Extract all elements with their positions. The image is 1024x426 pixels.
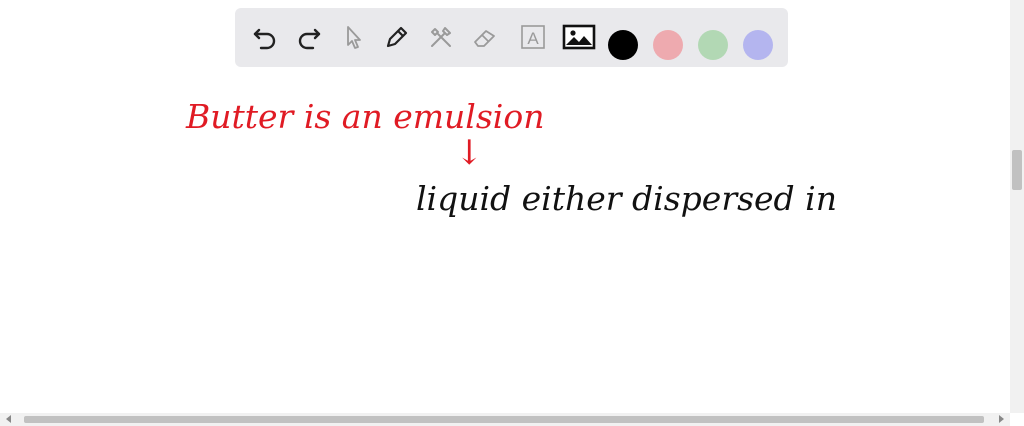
text-tool-button[interactable]: A bbox=[515, 19, 551, 55]
undo-icon bbox=[253, 28, 276, 50]
scroll-right-arrow-icon[interactable] bbox=[999, 415, 1004, 423]
drawing-canvas[interactable]: Butter is an emulsion ↓ liquid either di… bbox=[0, 75, 1010, 413]
pen-tool-button[interactable] bbox=[379, 19, 415, 55]
image-tool-button[interactable] bbox=[561, 19, 597, 55]
color-swatch-red[interactable] bbox=[653, 30, 683, 60]
svg-text:A: A bbox=[527, 29, 539, 48]
image-icon bbox=[562, 24, 596, 50]
vertical-scrollbar[interactable] bbox=[1010, 0, 1024, 413]
color-swatch-blue[interactable] bbox=[743, 30, 773, 60]
color-swatch-black[interactable] bbox=[608, 30, 638, 60]
eraser-tool-button[interactable] bbox=[467, 19, 503, 55]
text-icon: A bbox=[521, 25, 545, 49]
eraser-icon bbox=[474, 30, 495, 47]
horizontal-scrollbar[interactable] bbox=[0, 413, 1010, 426]
horizontal-scroll-thumb[interactable] bbox=[24, 416, 984, 423]
undo-button[interactable] bbox=[247, 19, 283, 55]
vertical-scroll-thumb[interactable] bbox=[1012, 150, 1022, 190]
tools-button[interactable] bbox=[423, 19, 459, 55]
pointer-icon bbox=[347, 26, 361, 49]
redo-button[interactable] bbox=[291, 19, 327, 55]
drawing-toolbar: A bbox=[235, 8, 788, 67]
pen-icon bbox=[386, 26, 408, 48]
redo-icon bbox=[298, 28, 321, 50]
select-tool-button[interactable] bbox=[335, 19, 371, 55]
tools-icon bbox=[431, 27, 451, 47]
handwritten-notes: Butter is an emulsion ↓ liquid either di… bbox=[0, 75, 1010, 413]
color-swatch-green[interactable] bbox=[698, 30, 728, 60]
scroll-left-arrow-icon[interactable] bbox=[6, 415, 11, 423]
handwritten-arrow: ↓ bbox=[455, 133, 484, 173]
handwritten-line: liquid either dispersed in bbox=[416, 179, 837, 218]
handwritten-heading: Butter is an emulsion bbox=[186, 97, 545, 136]
